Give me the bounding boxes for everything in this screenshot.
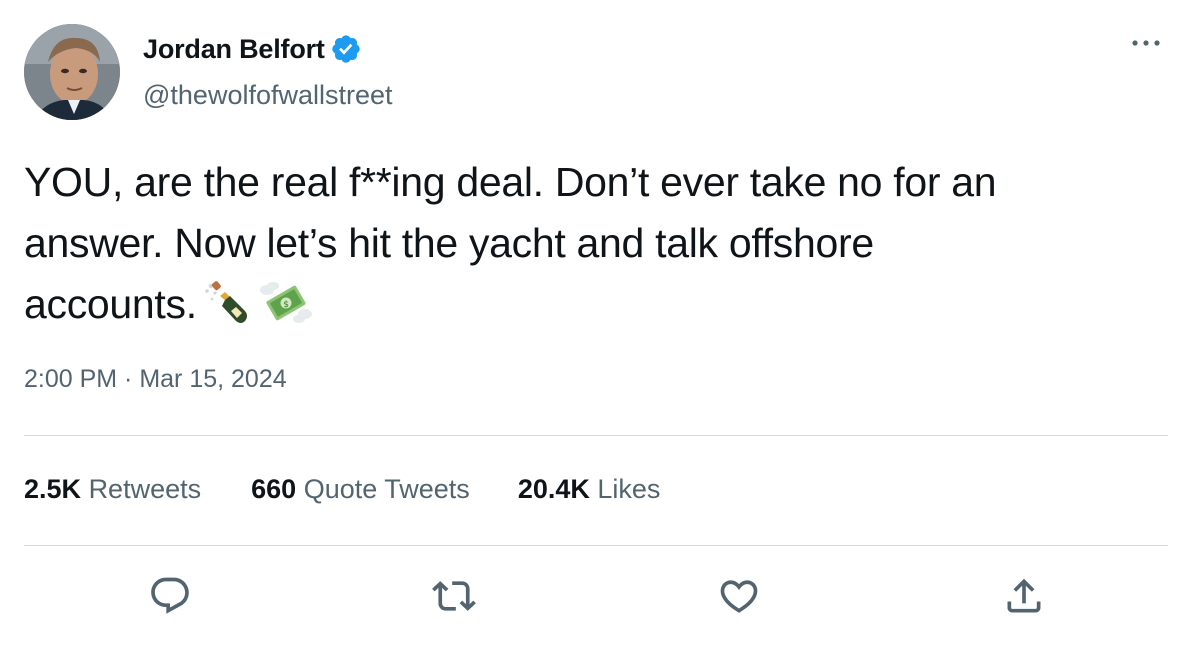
tweet-text: YOU, are the real f**ing deal. Don’t eve… [24,152,1164,335]
more-options-icon [1132,40,1160,46]
tweet-text-line: YOU, are the real f**ing deal. Don’t eve… [24,159,997,205]
tweet-stats: 2.5K Retweets 660 Quote Tweets 20.4K Lik… [24,474,660,505]
tweet-text-line: accounts. [24,281,197,327]
divider [24,435,1168,436]
share-button[interactable] [1002,574,1046,618]
champagne-bottle-emoji [201,280,255,328]
retweets-label: Retweets [88,474,202,504]
likes-label: Likes [597,474,661,504]
tweet-card: Jordan Belfort @thewolfofwallstreet YOU,… [0,0,1192,668]
likes-count: 20.4K [517,474,590,504]
money-with-wings-emoji: $ [259,280,313,328]
display-name[interactable]: Jordan Belfort [143,33,362,65]
like-icon [720,580,758,613]
like-button[interactable] [717,574,761,618]
verified-badge-icon [330,33,362,65]
divider [24,545,1168,546]
reply-icon [151,577,189,614]
retweet-button[interactable] [432,574,476,618]
tweet-text-line-last: accounts. $ [24,274,1164,335]
likes-stat[interactable]: 20.4K Likes [518,474,661,505]
retweets-stat[interactable]: 2.5K Retweets [24,474,201,505]
quote-tweets-stat[interactable]: 660 Quote Tweets [251,474,470,505]
display-name-text[interactable]: Jordan Belfort [143,34,325,65]
quote-tweets-label: Quote Tweets [303,474,470,504]
avatar[interactable] [24,24,120,120]
reply-button[interactable] [148,574,192,618]
svg-text:$: $ [283,300,288,310]
avatar-image [24,24,120,120]
quote-tweets-count: 660 [251,474,297,504]
more-options-button[interactable] [1126,28,1166,58]
retweet-icon [432,581,476,611]
user-handle[interactable]: @thewolfofwallstreet [143,80,393,111]
tweet-text-line: answer. Now let’s hit the yacht and talk… [24,220,874,266]
tweet-timestamp[interactable]: 2:00 PM · Mar 15, 2024 [24,365,287,394]
retweets-count: 2.5K [24,474,82,504]
share-icon [1007,578,1041,613]
